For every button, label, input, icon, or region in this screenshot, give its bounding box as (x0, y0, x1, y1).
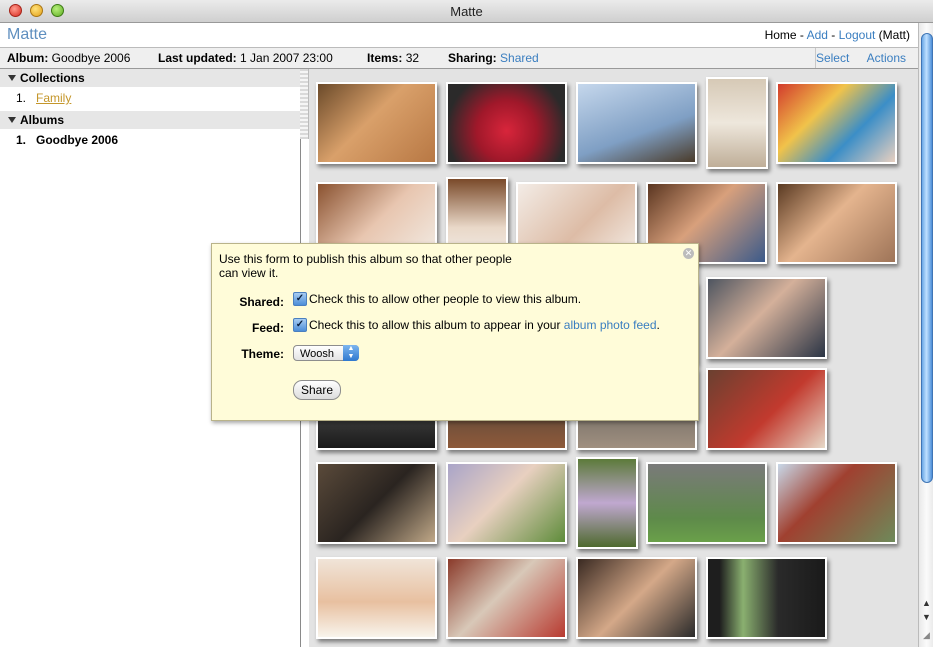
scroll-down-arrow-icon[interactable]: ▼ (921, 611, 932, 623)
sharing-info: Sharing: Shared (448, 51, 539, 65)
albums-heading: Albums (20, 113, 65, 127)
photo-thumbnail[interactable] (776, 462, 897, 544)
last-updated-value: 1 Jan 2007 23:00 (240, 51, 333, 65)
feed-label: Feed: (251, 321, 284, 335)
window-title: Matte (450, 4, 483, 19)
nav-username: (Matt) (875, 28, 910, 42)
album-info-bar: Album: Goodbye 2006 Last updated: 1 Jan … (0, 48, 918, 69)
items-value: 32 (405, 51, 420, 65)
theme-label: Theme: (241, 347, 284, 361)
album-value: Goodbye 2006 (51, 51, 131, 65)
collection-link-family[interactable]: Family (36, 91, 71, 105)
photo-thumbnail[interactable] (706, 277, 827, 359)
album-item-goodbye-2006[interactable]: 1. Goodbye 2006 (0, 129, 300, 151)
feed-description-text: Check this to allow this album to appear… (309, 318, 564, 332)
sidebar-resize-handle[interactable] (300, 69, 309, 139)
album-info: Album: Goodbye 2006 (7, 51, 130, 65)
items-label: Items: (367, 51, 403, 65)
infobar-actions: Select Actions (802, 51, 906, 65)
popup-description: Use this form to publish this album so t… (219, 252, 512, 280)
scrollbar-thumb[interactable] (921, 33, 933, 483)
album-photo-feed-link[interactable]: album photo feed (564, 318, 657, 332)
photo-thumbnail[interactable] (316, 557, 437, 639)
sharing-status-link[interactable]: Shared (500, 51, 539, 65)
album-label: Album: (7, 51, 49, 65)
theme-selected-value: Woosh (300, 348, 335, 360)
top-nav: Home - Add - Logout (Matt) (765, 28, 910, 42)
feed-description: Check this to allow this album to appear… (309, 318, 660, 332)
app-brand[interactable]: Matte (7, 26, 47, 44)
scroll-up-arrow-icon[interactable]: ▲ (921, 597, 932, 609)
list-number: 1. (16, 133, 27, 147)
checkmark-icon: ✓ (295, 293, 305, 304)
shared-description: Check this to allow other people to view… (309, 292, 582, 306)
app-header: Matte Home - Add - Logout (Matt) (0, 23, 918, 48)
theme-select[interactable]: Woosh ▲ ▼ (293, 345, 359, 361)
nav-separator: - (827, 28, 839, 42)
photo-thumbnail[interactable] (706, 368, 827, 450)
photo-thumbnail[interactable] (446, 557, 567, 639)
shared-checkbox[interactable]: ✓ (293, 292, 307, 306)
albums-section-header[interactable]: Albums (0, 111, 300, 129)
photo-thumbnail[interactable] (706, 557, 827, 639)
last-updated-info: Last updated: 1 Jan 2007 23:00 (158, 51, 333, 65)
photo-thumbnail[interactable] (316, 462, 437, 544)
album-link-goodbye-2006[interactable]: Goodbye 2006 (36, 133, 118, 147)
feed-checkbox[interactable]: ✓ (293, 318, 307, 332)
last-updated-label: Last updated: (158, 51, 237, 65)
collection-item-family[interactable]: 1. Family (0, 87, 300, 109)
photo-thumbnail[interactable] (706, 77, 768, 169)
disclosure-triangle-icon[interactable] (8, 117, 16, 123)
list-number: 1. (16, 91, 27, 105)
sharing-popup: Use this form to publish this album so t… (211, 243, 699, 421)
collections-heading: Collections (20, 71, 85, 85)
photo-thumbnail[interactable] (776, 182, 897, 264)
nav-add-link[interactable]: Add (807, 28, 828, 42)
resize-grip-icon[interactable]: ◢ (921, 629, 932, 641)
photo-thumbnail[interactable] (576, 557, 697, 639)
nav-separator: - (796, 28, 807, 42)
items-info: Items: 32 (367, 51, 419, 65)
photo-thumbnail[interactable] (446, 462, 567, 544)
nav-logout-link[interactable]: Logout (839, 28, 876, 42)
window-titlebar: Matte (0, 0, 933, 23)
share-button[interactable]: Share (293, 380, 341, 400)
close-icon[interactable]: ✕ (683, 248, 694, 259)
collections-section-header[interactable]: Collections (0, 69, 300, 87)
feed-description-tail: . (656, 318, 660, 332)
photo-thumbnail[interactable] (316, 82, 437, 164)
photo-thumbnail[interactable] (576, 82, 697, 164)
actions-link[interactable]: Actions (867, 51, 906, 65)
select-link[interactable]: Select (816, 51, 849, 65)
shared-label: Shared: (239, 295, 284, 309)
photo-thumbnail[interactable] (446, 82, 567, 164)
photo-thumbnail[interactable] (576, 457, 638, 549)
vertical-scrollbar[interactable]: ▲ ▼ ◢ (918, 23, 933, 647)
checkmark-icon: ✓ (295, 319, 305, 330)
photo-thumbnail[interactable] (646, 462, 767, 544)
disclosure-triangle-icon[interactable] (8, 75, 16, 81)
sharing-label: Sharing: (448, 51, 497, 65)
select-stepper-icon[interactable]: ▲ ▼ (343, 345, 359, 361)
nav-home-link[interactable]: Home (765, 28, 797, 42)
photo-thumbnail[interactable] (776, 82, 897, 164)
